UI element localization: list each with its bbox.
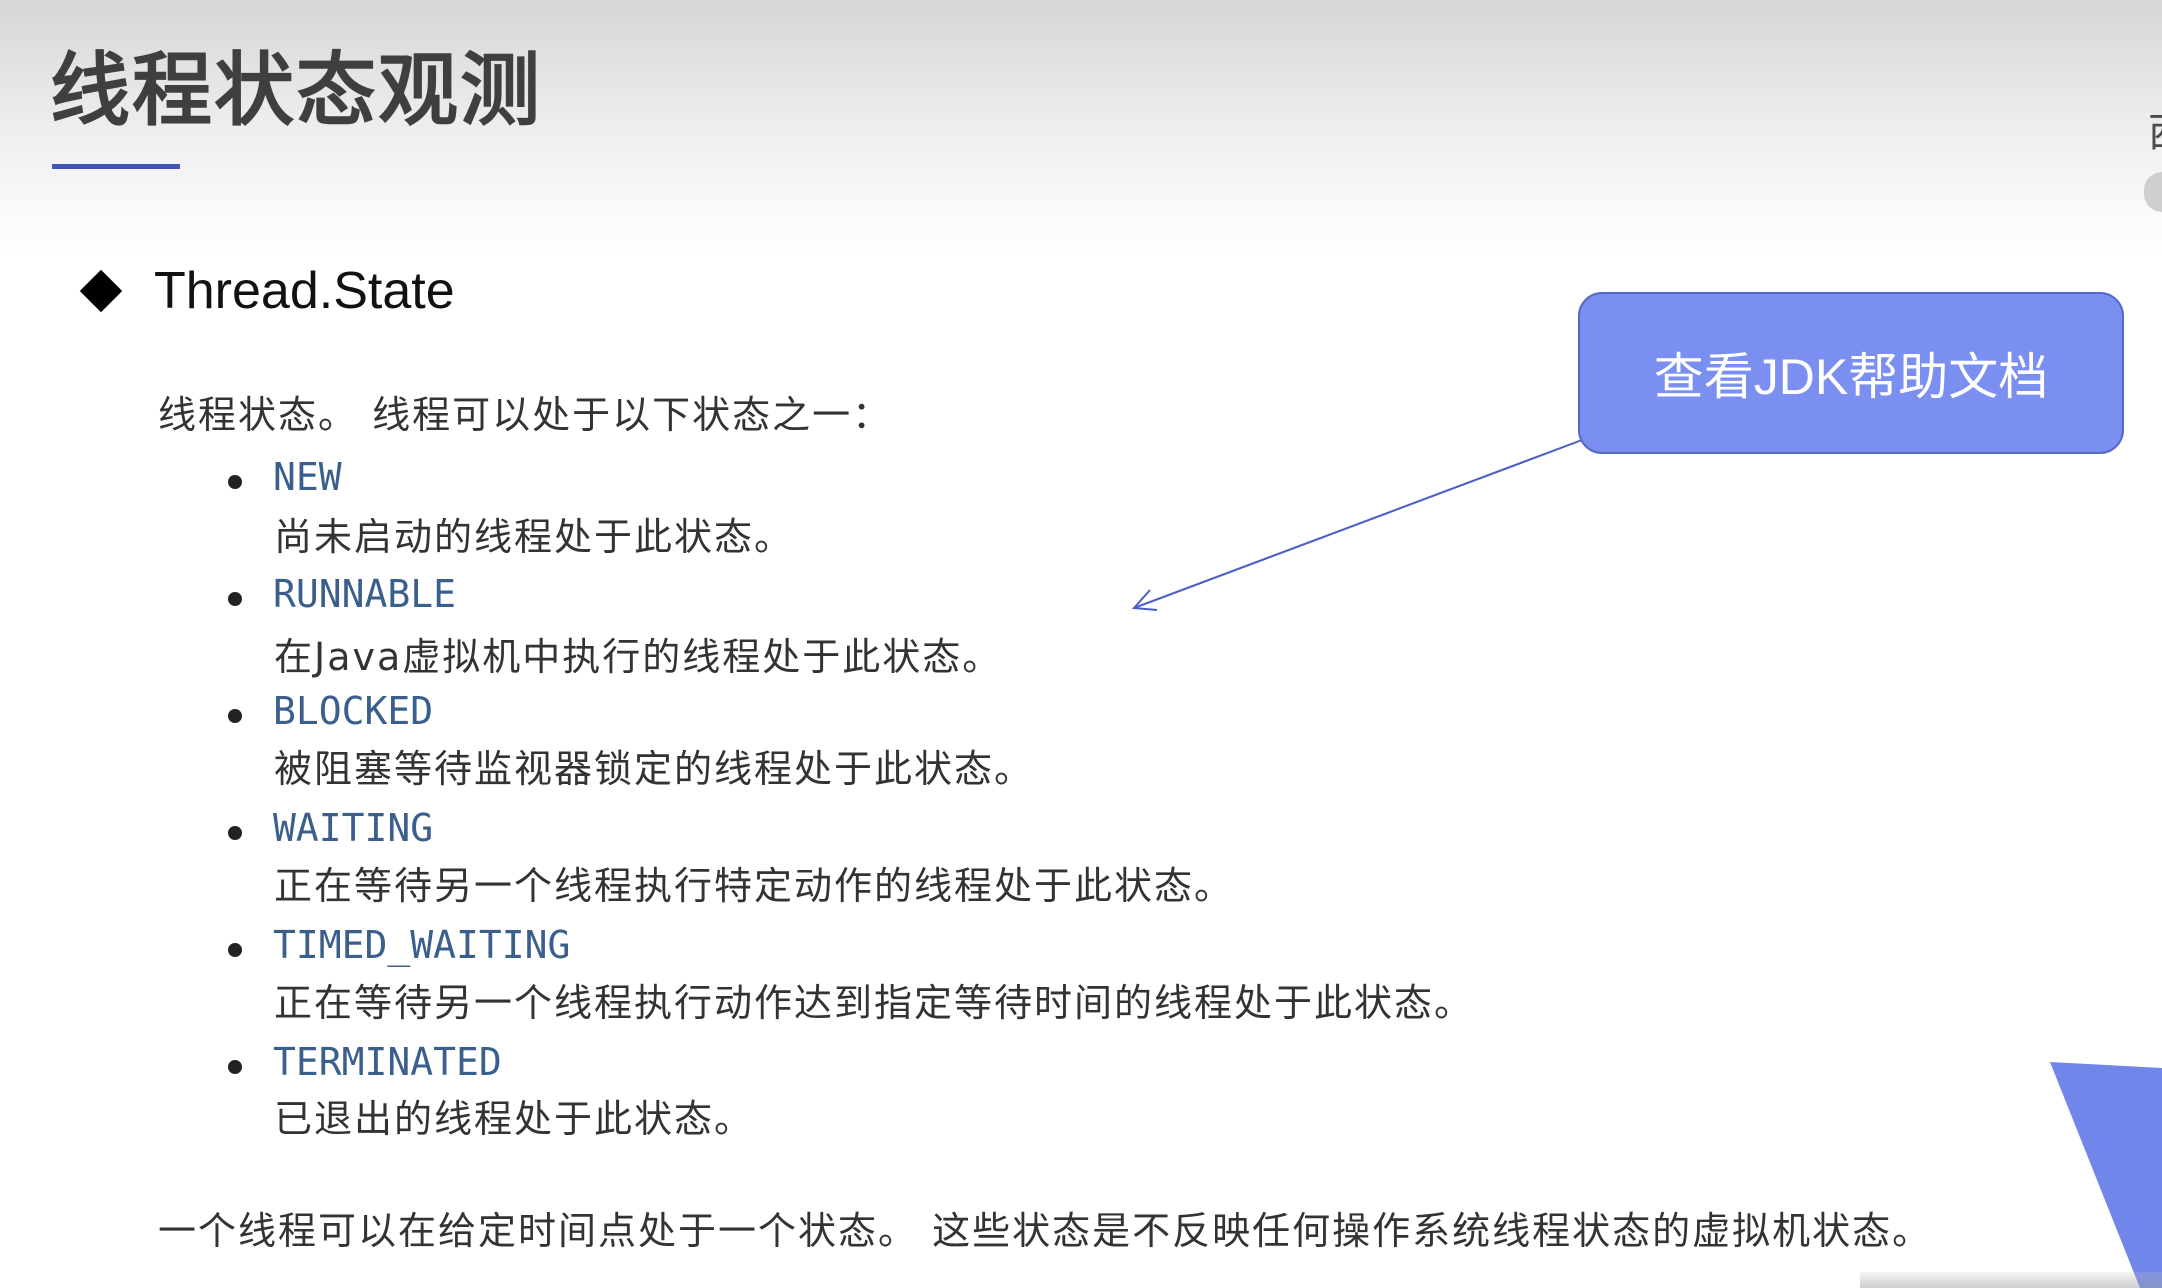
bottom-edge — [1860, 1272, 2162, 1288]
corner-decoration — [2050, 1062, 2162, 1288]
corner-triangle — [2050, 1062, 2162, 1288]
